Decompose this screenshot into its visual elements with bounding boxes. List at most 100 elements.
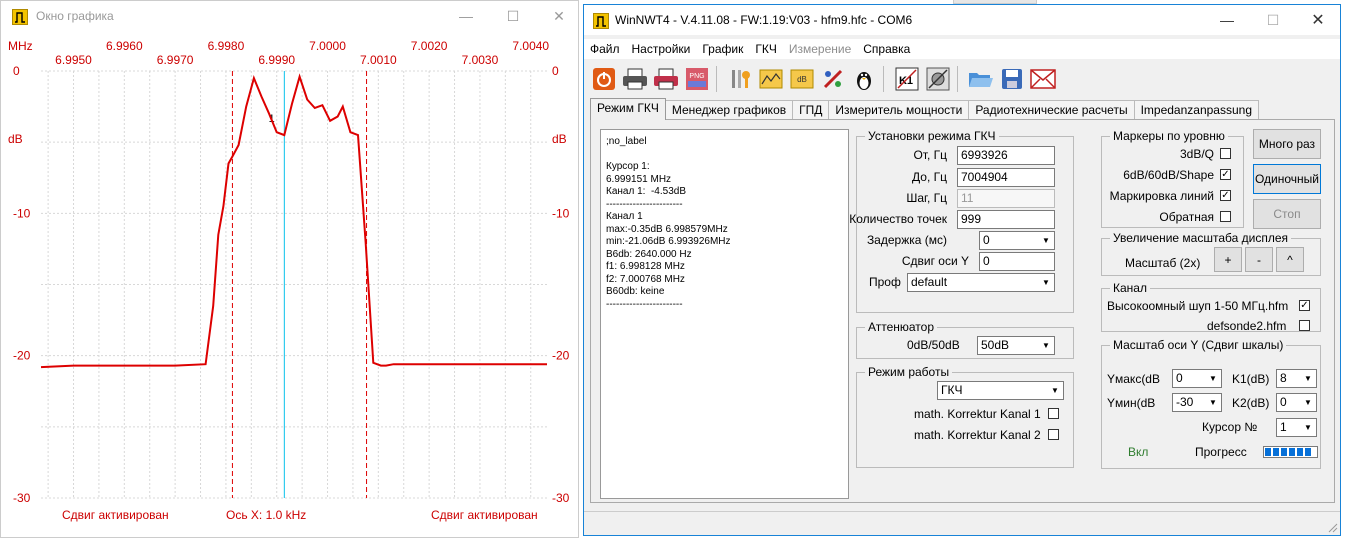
single-sweep-button[interactable]: Одиночный	[1253, 164, 1321, 194]
printer-icon[interactable]	[621, 66, 648, 93]
y-scale-group: Масштаб оси Y (Сдвиг шкалы) Yмакс(dB 0 ▼…	[1101, 338, 1321, 469]
main-window: WinNWT4 - V.4.11.08 - FW:1.19:V03 - hfm9…	[583, 4, 1341, 536]
step-label: Шаг, Гц	[906, 191, 947, 205]
tab-impedance-matching[interactable]: Impedanzanpassung	[1133, 100, 1259, 120]
maximize-icon[interactable]: ☐	[1250, 5, 1296, 35]
status-bar	[584, 511, 1340, 535]
k1-icon[interactable]: K1	[893, 66, 920, 93]
k2-select[interactable]: 0 ▼	[1276, 393, 1317, 412]
tab-sweep-mode[interactable]: Режим ГКЧ	[590, 98, 666, 120]
graph-window: Окно графика — ☐ ✕ MHz dB dB 6.9960 6.998…	[0, 0, 579, 538]
operation-mode-value: ГКЧ	[941, 383, 963, 397]
menu-measure[interactable]: Измерение	[783, 42, 857, 56]
penguin-icon[interactable]	[850, 66, 877, 93]
menu-settings[interactable]: Настройки	[626, 42, 697, 56]
menu-help[interactable]: Справка	[857, 42, 916, 56]
channel-label: Канал	[1110, 281, 1150, 295]
chevron-down-icon[interactable]: ▼	[1205, 394, 1221, 411]
cursor-number-value: 1	[1280, 420, 1287, 434]
measurement-info-text[interactable]: ;no_label Курсор 1: 6.999151 MHz Канал 1…	[600, 129, 849, 499]
toolbar-separator	[883, 66, 887, 92]
menu-graph[interactable]: График	[696, 42, 749, 56]
zoom-up-button[interactable]: ^	[1276, 247, 1304, 272]
ymax-select[interactable]: 0 ▼	[1172, 369, 1222, 388]
k1-select[interactable]: 8 ▼	[1276, 369, 1317, 388]
chevron-down-icon[interactable]: ▼	[1300, 419, 1316, 436]
save-icon[interactable]	[998, 66, 1025, 93]
x-tick-label-top: 6.9980	[208, 39, 245, 53]
close-icon[interactable]: ✕	[1295, 5, 1341, 35]
frequency-response-chart[interactable]: 6.9960 6.9980 7.0000 7.0020 7.0040 6.9950 6.99…	[1, 1, 580, 539]
tab-vfo[interactable]: ГПД	[792, 100, 830, 120]
resize-grip-icon[interactable]	[1328, 523, 1338, 533]
to-frequency-input[interactable]: 7004904	[957, 168, 1055, 187]
chevron-down-icon[interactable]: ▼	[1038, 337, 1054, 354]
marker-lines-checkbox[interactable]: ✓	[1220, 190, 1231, 201]
screenshot-icon[interactable]	[924, 66, 951, 93]
y-tick-label-right: -30	[552, 491, 570, 505]
y-tick-label-left: -10	[13, 206, 31, 220]
chevron-down-icon[interactable]: ▼	[1300, 370, 1316, 387]
calibrate-icon[interactable]	[819, 66, 846, 93]
main-titlebar[interactable]: WinNWT4 - V.4.11.08 - FW:1.19:V03 - hfm9…	[584, 5, 1340, 35]
marker-reverse-checkbox[interactable]	[1220, 211, 1231, 222]
k1-label: K1(dB)	[1232, 372, 1270, 386]
tab-power-meter[interactable]: Измеритель мощности	[828, 100, 970, 120]
x-tick-label-bottom: 6.9990	[258, 53, 295, 67]
db-chart-icon[interactable]: dB	[788, 66, 815, 93]
profile-value: default	[911, 275, 948, 289]
points-input[interactable]: 999	[957, 210, 1055, 229]
y-tick-label-left: 0	[13, 64, 20, 78]
chevron-down-icon[interactable]: ▼	[1300, 394, 1316, 411]
zoom-out-button[interactable]: -	[1245, 247, 1273, 272]
x-tick-label-top: 7.0020	[411, 39, 448, 53]
png-icon-text: PNG	[689, 73, 704, 80]
zoom-in-button[interactable]: +	[1214, 247, 1242, 272]
folder-chart-icon[interactable]	[757, 66, 784, 93]
menu-sweep[interactable]: ГКЧ	[749, 42, 783, 56]
marker-3db-checkbox[interactable]	[1220, 148, 1231, 159]
mail-icon[interactable]	[1029, 66, 1056, 93]
from-frequency-input[interactable]: 6993926	[957, 146, 1055, 165]
power-icon[interactable]	[590, 66, 617, 93]
y-tick-label-right: 0	[552, 64, 559, 78]
probe1-checkbox[interactable]: ✓	[1299, 300, 1310, 311]
tools-icon[interactable]	[726, 66, 753, 93]
menu-file[interactable]: Файл	[584, 42, 626, 56]
y-tick-label-left: -20	[13, 349, 31, 363]
print-color-icon[interactable]	[652, 66, 679, 93]
png-export-icon[interactable]: PNG	[683, 66, 710, 93]
operation-mode-select[interactable]: ГКЧ ▼	[937, 381, 1064, 400]
probe2-checkbox[interactable]	[1299, 320, 1310, 331]
minimize-icon[interactable]: —	[1204, 5, 1250, 35]
trace-line-channel-1	[40, 73, 547, 369]
multi-sweep-button[interactable]: Много раз	[1253, 129, 1321, 159]
attenuator-range-label: 0dB/50dB	[907, 338, 960, 352]
cursor-number-select[interactable]: 1 ▼	[1276, 418, 1317, 437]
toolbar-separator	[716, 66, 720, 92]
attenuator-select[interactable]: 50dB ▼	[977, 336, 1055, 355]
zoom-label: Увеличение масштаба дисплея	[1110, 231, 1292, 245]
ymin-select[interactable]: -30 ▼	[1172, 393, 1222, 412]
chevron-down-icon[interactable]: ▼	[1205, 370, 1221, 387]
progress-bar	[1263, 446, 1318, 458]
delay-select[interactable]: 0 ▼	[979, 231, 1055, 250]
open-folder-icon[interactable]	[967, 66, 994, 93]
from-label: От, Гц	[913, 148, 947, 162]
chevron-down-icon[interactable]: ▼	[1038, 232, 1054, 249]
chevron-down-icon[interactable]: ▼	[1038, 274, 1054, 291]
marker-shape-checkbox[interactable]: ✓	[1220, 169, 1231, 180]
chevron-down-icon[interactable]: ▼	[1047, 382, 1063, 399]
profile-select[interactable]: default ▼	[907, 273, 1055, 292]
correction-k2-checkbox[interactable]	[1048, 429, 1059, 440]
x-tick-label-bottom: 7.0030	[462, 53, 499, 67]
marker-3db-label: 3dB/Q	[1179, 147, 1214, 161]
stop-button[interactable]: Стоп	[1253, 199, 1321, 229]
correction-k1-checkbox[interactable]	[1048, 408, 1059, 419]
cursor-number-label: Курсор №	[1202, 420, 1258, 434]
x-tick-label-top: 6.9960	[106, 39, 143, 53]
marker-shape-label: 6dB/60dB/Shape	[1123, 168, 1214, 182]
tab-rf-calculations[interactable]: Радиотехнические расчеты	[968, 100, 1135, 120]
y-shift-input[interactable]: 0	[979, 252, 1055, 271]
tab-graph-manager[interactable]: Менеджер графиков	[664, 100, 794, 120]
